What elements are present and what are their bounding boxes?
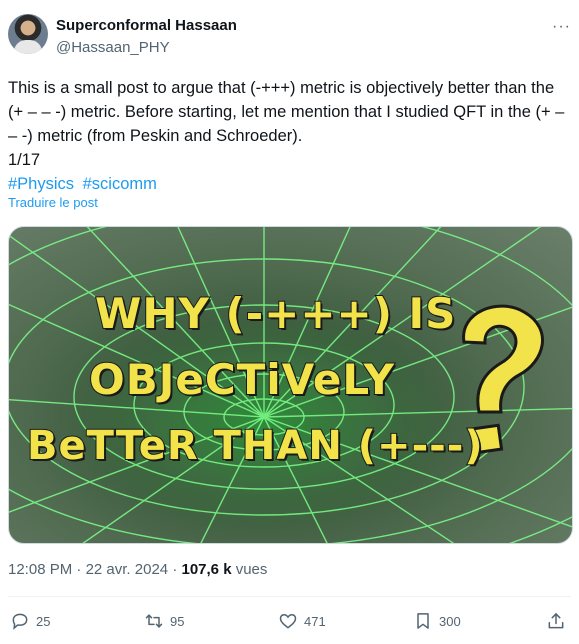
image-title-line3: BeTTeR THAN (+---) — [26, 422, 484, 470]
post-meta: 12:08 PM · 22 avr. 2024 · 107,6 k vues — [8, 561, 267, 578]
post-body: This is a small post to argue that (-+++… — [8, 79, 565, 145]
hashtag-physics[interactable]: #Physics — [8, 175, 74, 193]
share-icon — [548, 613, 564, 629]
post-time[interactable]: 12:08 PM — [8, 561, 72, 578]
bookmark-icon — [417, 613, 429, 629]
post-image[interactable]: WHY (-+++) IS OBJeCTiVeLY BeTTeR THAN (+… — [8, 226, 573, 544]
reply-icon — [12, 613, 28, 630]
hashtags: #Physics #scicomm — [8, 172, 568, 196]
heart-icon — [279, 613, 297, 629]
image-title-line1: WHY (-+++) IS — [94, 288, 457, 339]
bookmark-count: 300 — [439, 613, 461, 629]
like-count: 471 — [304, 613, 326, 629]
author-name[interactable]: Superconformal Hassaan — [56, 17, 237, 34]
author-handle[interactable]: @Hassaan_PHY — [56, 39, 170, 56]
share-button[interactable] — [546, 608, 572, 634]
image-title-line2: OBJeCTiVeLY — [88, 354, 396, 405]
reply-count: 25 — [36, 613, 51, 629]
meta-separator: · — [76, 561, 82, 578]
post-counter: 1/17 — [8, 151, 41, 169]
repost-count: 95 — [170, 613, 185, 629]
repost-icon — [145, 614, 163, 628]
post-header: Superconformal Hassaan @Hassaan_PHY ··· — [8, 12, 571, 60]
divider — [8, 596, 571, 597]
views-count: 107,6 k — [181, 561, 232, 578]
bookmark-button[interactable]: 300 — [413, 608, 461, 634]
more-options-icon[interactable]: ··· — [552, 18, 571, 36]
translate-link[interactable]: Traduire le post — [8, 195, 98, 210]
views-label: vues — [235, 561, 268, 578]
post-text: This is a small post to argue that (-+++… — [8, 76, 568, 196]
repost-button[interactable]: 95 — [144, 608, 184, 634]
reply-button[interactable]: 25 — [10, 608, 50, 634]
action-bar: 25 95 471 300 — [0, 608, 579, 634]
meta-separator: · — [172, 561, 178, 578]
post-date[interactable]: 22 avr. 2024 — [86, 561, 169, 578]
hashtag-scicomm[interactable]: #scicomm — [83, 175, 157, 193]
like-button[interactable]: 471 — [278, 608, 326, 634]
avatar[interactable] — [8, 14, 48, 54]
